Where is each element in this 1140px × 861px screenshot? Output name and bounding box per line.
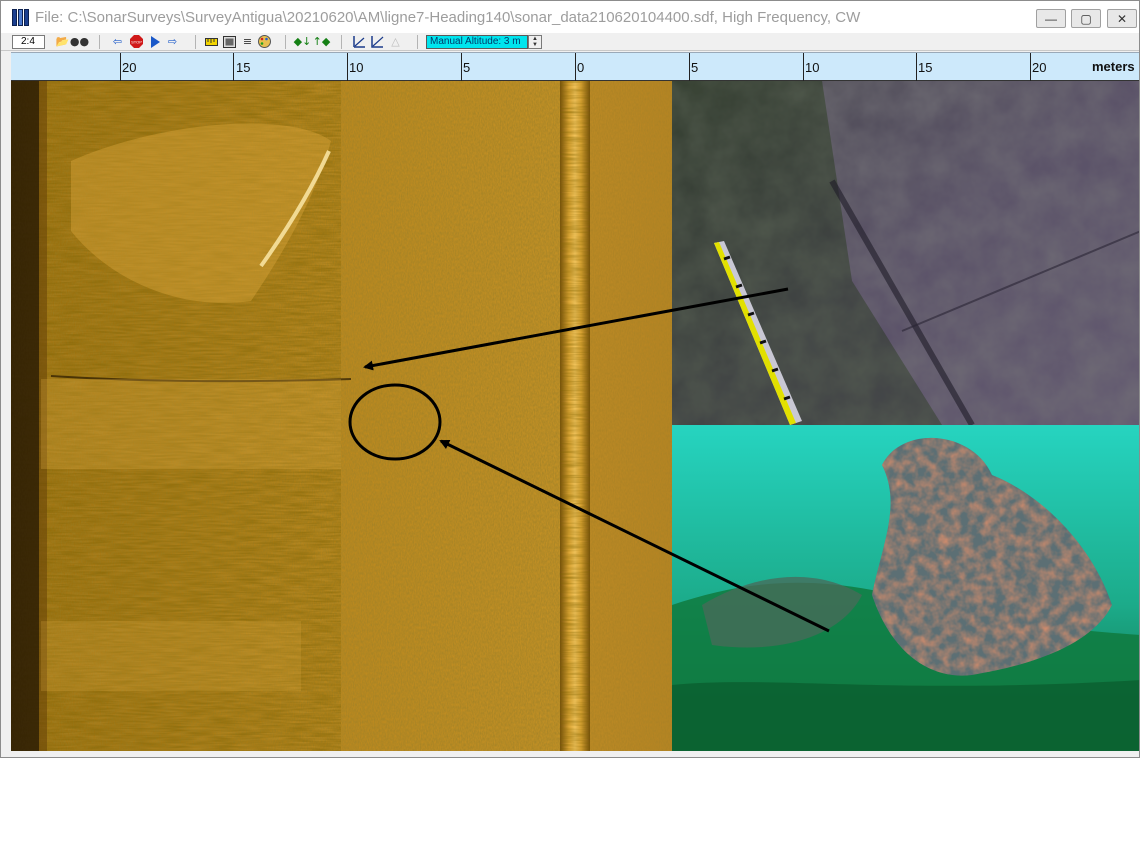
ruler-tick bbox=[803, 53, 804, 81]
rewind-icon[interactable]: ⇦ bbox=[111, 35, 124, 48]
toolbar: 2:4 📂 ●● ⇦ STOP ⇨ ≡ ◆↓ ↑◆ △ Manual Altit… bbox=[1, 33, 1139, 51]
ruler-tick bbox=[575, 53, 576, 81]
underwater-photo-wreck-mound bbox=[672, 425, 1139, 751]
zoom-field[interactable]: 2:4 bbox=[12, 35, 45, 49]
ruler-label: 5 bbox=[463, 60, 471, 75]
equalizer-icon[interactable]: ≡ bbox=[241, 35, 254, 48]
image-icon[interactable] bbox=[223, 35, 236, 48]
range-ruler: 20 15 10 5 0 5 10 15 20 meters bbox=[11, 52, 1139, 81]
ruler-tick bbox=[120, 53, 121, 81]
ruler-label: 5 bbox=[691, 60, 699, 75]
ruler-label: 0 bbox=[577, 60, 585, 75]
side-scan-sonar-image[interactable] bbox=[11, 81, 672, 751]
angle-icon[interactable] bbox=[371, 35, 384, 48]
play-icon[interactable] bbox=[149, 35, 162, 48]
ruler-units: meters bbox=[1092, 59, 1135, 74]
underwater-photo-scale-bar bbox=[672, 81, 1139, 425]
sonar-viewer-window: File: C:\SonarSurveys\SurveyAntigua\2021… bbox=[0, 0, 1140, 758]
palette-icon[interactable] bbox=[258, 35, 271, 48]
window-title: File: C:\SonarSurveys\SurveyAntigua\2021… bbox=[35, 9, 861, 26]
layback-icon[interactable]: △ bbox=[389, 35, 402, 48]
toolbar-separator bbox=[285, 35, 286, 49]
title-bar[interactable]: File: C:\SonarSurveys\SurveyAntigua\2021… bbox=[1, 1, 1139, 33]
ruler-tick bbox=[461, 53, 462, 81]
altitude-spinner[interactable]: ▲ ▼ bbox=[528, 35, 542, 49]
measure-icon[interactable] bbox=[353, 35, 366, 48]
ruler-label: 15 bbox=[918, 60, 933, 75]
photo-wreck-timber bbox=[672, 81, 1139, 425]
marker-down-icon[interactable]: ◆↓ bbox=[294, 35, 312, 48]
step-forward-icon[interactable]: ⇨ bbox=[166, 35, 179, 48]
ruler-label: 15 bbox=[236, 60, 251, 75]
ruler-label: 10 bbox=[349, 60, 364, 75]
svg-text:STOP: STOP bbox=[131, 40, 142, 45]
marker-up-icon[interactable]: ↑◆ bbox=[313, 35, 331, 48]
ruler-label: 20 bbox=[122, 60, 137, 75]
toolbar-separator bbox=[99, 35, 100, 49]
ruler-tick bbox=[916, 53, 917, 81]
ruler-label: 10 bbox=[805, 60, 820, 75]
ruler-icon[interactable] bbox=[205, 35, 218, 48]
open-file-icon[interactable]: 📂 bbox=[56, 35, 70, 48]
binoculars-icon[interactable]: ●● bbox=[70, 35, 89, 48]
close-button[interactable]: ✕ bbox=[1107, 9, 1137, 28]
manual-altitude-field[interactable]: Manual Altitude: 3 m bbox=[426, 35, 528, 49]
minimize-button[interactable]: — bbox=[1036, 9, 1066, 28]
toolbar-separator bbox=[341, 35, 342, 49]
ruler-label: 20 bbox=[1032, 60, 1047, 75]
spin-down-icon[interactable]: ▼ bbox=[529, 42, 541, 48]
ruler-tick bbox=[233, 53, 234, 81]
maximize-button[interactable]: ▢ bbox=[1071, 9, 1101, 28]
toolbar-separator bbox=[417, 35, 418, 49]
stop-icon[interactable]: STOP bbox=[130, 35, 143, 48]
ruler-tick bbox=[689, 53, 690, 81]
ruler-tick bbox=[1030, 53, 1031, 81]
photo-coral-encrusted-wreck bbox=[672, 425, 1139, 751]
toolbar-separator bbox=[195, 35, 196, 49]
ruler-tick bbox=[347, 53, 348, 81]
sonar-waterfall bbox=[11, 81, 672, 751]
app-icon bbox=[12, 9, 29, 26]
